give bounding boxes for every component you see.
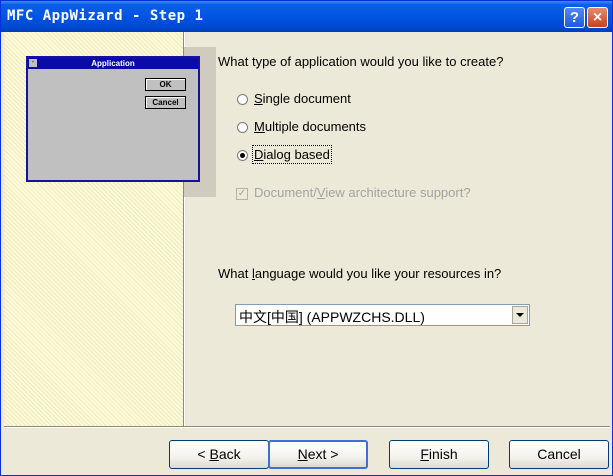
radio-multiple-documents[interactable] — [237, 122, 248, 133]
cancel-button[interactable]: Cancel — [509, 440, 609, 469]
help-button[interactable]: ? — [564, 7, 585, 28]
finish-button[interactable]: Finish — [389, 440, 489, 469]
docview-checkbox[interactable]: ✓ — [236, 188, 248, 200]
radio-dialog-based[interactable] — [237, 150, 248, 161]
language-combobox-value: 中文[中国] (APPWZCHS.DLL) — [239, 309, 425, 325]
preview-system-menu-icon: - — [29, 59, 37, 67]
preview-cancel-button: Cancel — [145, 96, 186, 109]
title-bar[interactable]: MFC AppWizard - Step 1 ? × — [1, 1, 612, 32]
chevron-down-icon[interactable] — [512, 306, 528, 324]
back-button[interactable]: < Back — [169, 440, 269, 469]
radio-selected-dot — [240, 153, 245, 158]
radio-single-document[interactable] — [237, 94, 248, 105]
help-icon: ? — [569, 9, 580, 26]
preview-ok-button: OK — [145, 78, 186, 91]
preview-title-bar: Application - — [28, 58, 198, 69]
radio-multiple-documents-label[interactable]: Multiple documents — [254, 119, 366, 134]
window-title: MFC AppWizard - Step 1 — [7, 8, 204, 24]
application-preview: Application - OK Cancel — [26, 56, 200, 182]
next-button[interactable]: Next > — [268, 440, 368, 469]
button-bar-separator-highlight — [4, 427, 610, 428]
docview-checkbox-label[interactable]: Document/View architecture support? — [254, 185, 471, 200]
close-button[interactable]: × — [587, 7, 608, 28]
check-icon: ✓ — [237, 188, 247, 199]
preview-title: Application — [91, 59, 135, 68]
radio-dialog-based-label[interactable]: Dialog based — [252, 145, 332, 164]
app-type-question: What type of application would you like … — [218, 54, 504, 69]
close-icon: × — [592, 9, 603, 26]
radio-single-document-label[interactable]: Single document — [254, 91, 351, 106]
language-question: What language would you like your resour… — [218, 266, 502, 281]
language-combobox[interactable]: 中文[中国] (APPWZCHS.DLL) — [235, 304, 530, 326]
appwizard-dialog: MFC AppWizard - Step 1 ? × Application -… — [0, 0, 613, 476]
